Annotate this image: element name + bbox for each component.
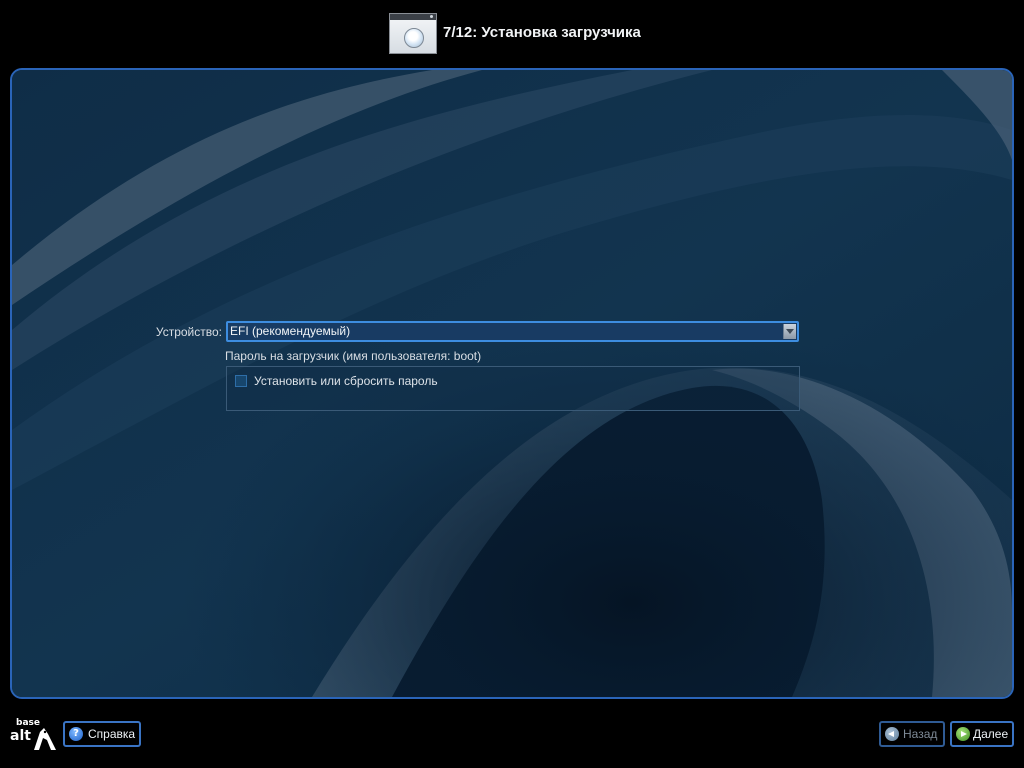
basealt-logo: base alt [10, 716, 59, 752]
disc-icon [404, 28, 424, 48]
chevron-down-icon[interactable] [783, 324, 796, 339]
header: 7/12: Установка загрузчика [0, 0, 1024, 66]
installer-step-icon [389, 13, 437, 54]
device-select-value: EFI (рекомендуемый) [230, 324, 351, 338]
penguin-logo-icon [34, 728, 56, 750]
next-button[interactable]: Далее [950, 721, 1014, 747]
device-select[interactable]: EFI (рекомендуемый) [226, 321, 799, 342]
password-checkbox[interactable] [235, 375, 247, 387]
installer-screen: 7/12: Установка загрузчика Устройство: E… [0, 0, 1024, 768]
next-button-label: Далее [973, 727, 1009, 741]
password-group: Установить или сбросить пароль [226, 366, 800, 411]
arrow-right-icon [956, 727, 970, 741]
page-title: 7/12: Установка загрузчика [443, 24, 641, 41]
password-checkbox-label[interactable]: Установить или сбросить пароль [254, 374, 438, 388]
back-button-label: Назад [903, 727, 938, 741]
help-icon: ? [69, 727, 83, 741]
arrow-left-icon [885, 727, 899, 741]
bootloader-form: Устройство: EFI (рекомендуемый) Пароль н… [12, 70, 1012, 697]
back-button[interactable]: Назад [879, 721, 945, 747]
logo-text-alt: alt [10, 728, 31, 744]
main-panel: Устройство: EFI (рекомендуемый) Пароль н… [10, 68, 1014, 699]
window-titlebar-icon [390, 14, 436, 20]
help-button[interactable]: ? Справка [63, 721, 141, 747]
password-section-title: Пароль на загрузчик (имя пользователя: b… [225, 349, 482, 363]
help-button-label: Справка [88, 727, 136, 741]
device-label: Устройство: [155, 325, 222, 339]
